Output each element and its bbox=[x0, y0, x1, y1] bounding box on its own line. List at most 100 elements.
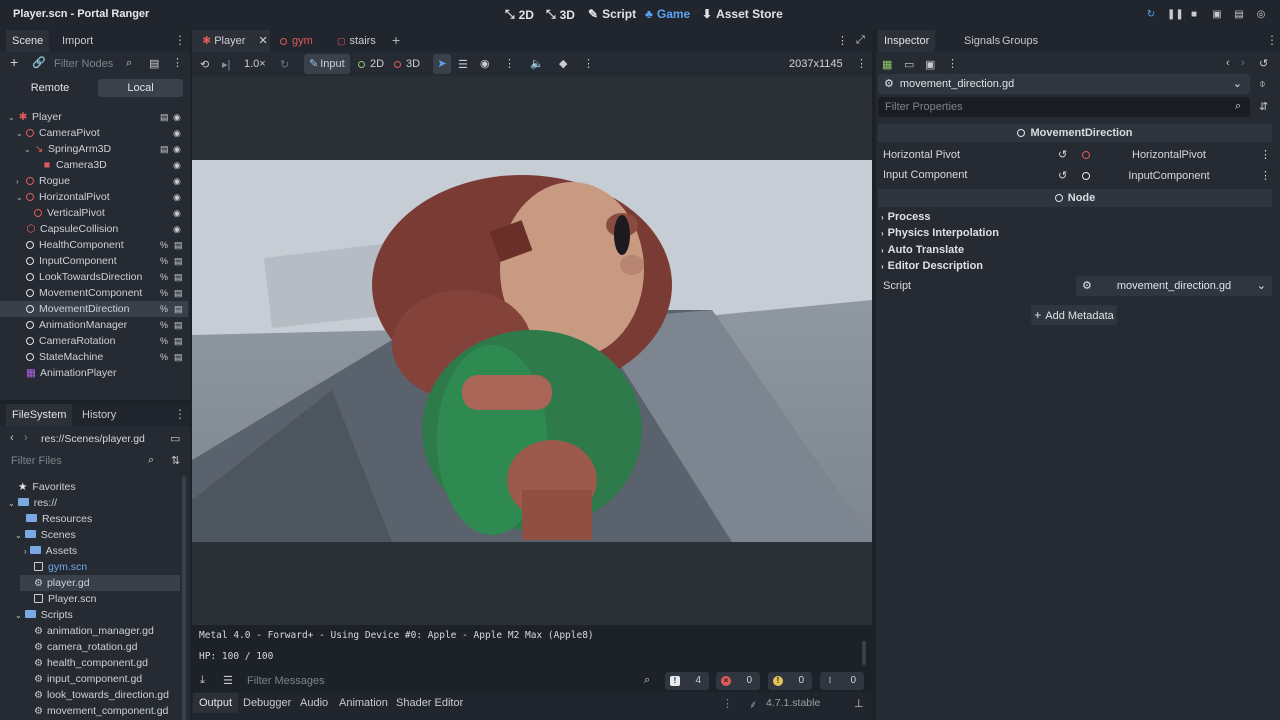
category-editor-description[interactable]: › Editor Description bbox=[881, 260, 983, 272]
fs-folder-assets[interactable]: › Assets bbox=[24, 543, 77, 559]
reload-icon[interactable]: ↻ bbox=[1145, 9, 1157, 21]
play-scene-icon[interactable]: ▣ bbox=[1211, 9, 1223, 21]
local-button[interactable]: Local bbox=[98, 79, 183, 97]
tab-inspector[interactable]: Inspector bbox=[878, 30, 936, 52]
kebab-icon[interactable]: ⋮ bbox=[174, 33, 186, 47]
category-physics-interpolation[interactable]: › Physics Interpolation bbox=[881, 227, 999, 239]
camera-override-icon[interactable]: ◆ bbox=[559, 57, 567, 70]
scene-tree-node[interactable]: ⌄ ✱ Player ▤ ◉ bbox=[0, 109, 188, 125]
script-icon[interactable]: ▤ bbox=[174, 317, 183, 333]
2d-toggle[interactable]: 2D bbox=[358, 58, 384, 70]
script-icon[interactable]: ▤ bbox=[174, 269, 183, 285]
frame-advance-icon[interactable]: ▸| bbox=[222, 58, 230, 71]
search-icon[interactable]: ⌕ bbox=[126, 57, 132, 70]
reset-speed-icon[interactable]: ↻ bbox=[280, 58, 289, 71]
tab-output[interactable]: Output bbox=[193, 693, 239, 713]
tab-shader-editor[interactable]: Shader Editor bbox=[396, 697, 463, 709]
scene-tree-node[interactable]: ▦ AnimationPlayer bbox=[0, 365, 188, 381]
visibility-icon[interactable]: ◉ bbox=[480, 57, 490, 70]
game-viewport[interactable] bbox=[192, 76, 872, 625]
scene-tree-node[interactable]: StateMachine% ▤ bbox=[0, 349, 188, 365]
speed-label[interactable]: 1.0× bbox=[244, 58, 266, 70]
chevron-down-icon[interactable]: ⌄ bbox=[8, 110, 18, 126]
script-icon[interactable]: ▤ bbox=[174, 253, 183, 269]
search-icon[interactable]: ⌕ bbox=[1235, 100, 1241, 113]
kebab-icon[interactable]: ⋮ bbox=[1260, 169, 1271, 182]
input-toggle[interactable]: ✎ Input bbox=[304, 54, 350, 74]
tab-stairs[interactable]: ▢ stairs bbox=[337, 30, 376, 52]
warnings-toggle[interactable]: ! 0 bbox=[768, 672, 812, 690]
kebab-icon[interactable]: ⋮ bbox=[722, 697, 733, 710]
3d-toggle[interactable]: 3D bbox=[394, 58, 420, 70]
kebab-icon[interactable]: ⋮ bbox=[174, 407, 186, 421]
filter-properties-input[interactable]: Filter Properties bbox=[878, 97, 1250, 117]
history-icon[interactable]: ↺ bbox=[1259, 57, 1268, 70]
visibility-icon[interactable]: ◉ bbox=[173, 173, 181, 189]
fs-file-player-gd[interactable]: ⚙ player.gd bbox=[20, 575, 180, 591]
visibility-icon[interactable]: ◉ bbox=[173, 157, 181, 173]
chevron-right-icon[interactable]: › bbox=[16, 174, 26, 190]
script-field[interactable]: ⚙ movement_direction.gd ⌄ bbox=[1076, 276, 1272, 296]
fs-file-script[interactable]: ⚙ camera_rotation.gd bbox=[34, 639, 137, 655]
tab-audio[interactable]: Audio bbox=[300, 697, 328, 709]
audio-mute-icon[interactable]: 🔈 bbox=[530, 57, 544, 70]
tab-gym[interactable]: gym bbox=[280, 30, 313, 52]
fs-file-script[interactable]: ⚙ look_towards_direction.gd bbox=[34, 687, 169, 703]
fs-file-script[interactable]: ⚙ movement_component.gd bbox=[34, 703, 168, 719]
scene-tree-node[interactable]: ⌄ CameraPivot ◉ bbox=[0, 125, 188, 141]
kebab-icon[interactable]: ⋮ bbox=[856, 57, 867, 70]
unique-name-icon[interactable]: % bbox=[160, 269, 168, 285]
fs-file-script[interactable]: ⚙ health_component.gd bbox=[34, 655, 148, 671]
open-folder-icon[interactable]: ▭ bbox=[904, 58, 914, 71]
embed-icon[interactable]: ⟲ bbox=[200, 58, 209, 71]
movie-icon[interactable]: ◎ bbox=[1255, 9, 1267, 21]
workspace-game-button[interactable]: ♣ Game bbox=[645, 7, 690, 21]
workspace-script-button[interactable]: ✎ Script bbox=[588, 7, 636, 21]
filter-nodes-input[interactable]: Filter Nodes bbox=[54, 58, 113, 70]
remote-button[interactable]: Remote bbox=[6, 79, 94, 97]
fs-folder-resources[interactable]: Resources bbox=[26, 511, 92, 527]
tab-scene[interactable]: Scene bbox=[6, 30, 50, 52]
tab-animation[interactable]: Animation bbox=[339, 697, 388, 709]
visibility-icon[interactable]: ◉ bbox=[173, 125, 181, 141]
scene-tree-node[interactable]: ⬡ CapsuleCollision ◉ bbox=[0, 221, 188, 237]
category-process[interactable]: › Process bbox=[881, 211, 930, 223]
kebab-icon[interactable]: ⋮ bbox=[583, 57, 594, 70]
fs-file-player-scn[interactable]: Player.scn bbox=[34, 591, 96, 607]
play-custom-icon[interactable]: ▤ bbox=[1233, 9, 1245, 21]
save-icon[interactable]: ▣ bbox=[925, 58, 935, 71]
scene-tree-node[interactable]: ⌄ ↘ SpringArm3D ▤ ◉ bbox=[0, 141, 188, 157]
fs-res-root[interactable]: ⌄ res:// bbox=[8, 495, 57, 511]
kebab-icon[interactable]: ⋮ bbox=[1260, 148, 1271, 161]
tab-import[interactable]: Import bbox=[56, 30, 99, 52]
add-metadata-button[interactable]: + Add Metadata bbox=[1031, 305, 1117, 325]
history-back-icon[interactable]: ‹ bbox=[1226, 57, 1230, 69]
errors-toggle[interactable]: × 0 bbox=[716, 672, 760, 690]
workspace-asset-store-button[interactable]: ⬇ Asset Store bbox=[702, 7, 783, 21]
back-icon[interactable]: ‹ bbox=[10, 432, 14, 444]
tab-player[interactable]: ✱ Player ✕ bbox=[192, 30, 270, 52]
visibility-icon[interactable]: ◉ bbox=[173, 109, 181, 125]
node-path-field[interactable]: InputComponent bbox=[1080, 166, 1258, 186]
search-icon[interactable]: ⌕ bbox=[148, 454, 154, 467]
object-menu-icon[interactable]: ⌽ bbox=[1259, 78, 1266, 91]
scene-tree-node[interactable]: InputComponent% ▤ bbox=[0, 253, 188, 269]
chevron-down-icon[interactable]: ⌄ bbox=[16, 190, 26, 206]
split-view-icon[interactable]: ▭ bbox=[170, 432, 180, 445]
chevron-down-icon[interactable]: ⌄ bbox=[16, 126, 26, 142]
unique-name-icon[interactable]: % bbox=[160, 301, 168, 317]
revert-icon[interactable]: ↺ bbox=[1058, 148, 1067, 161]
fs-file-script[interactable]: ⚙ animation_manager.gd bbox=[34, 623, 154, 639]
stop-icon[interactable]: ■ bbox=[1188, 9, 1200, 21]
tab-history[interactable]: History bbox=[76, 404, 122, 426]
list-select-icon[interactable]: ☰ bbox=[458, 58, 468, 71]
script-icon[interactable]: ▤ bbox=[174, 237, 183, 253]
visibility-icon[interactable]: ◉ bbox=[173, 221, 181, 237]
scene-tree-node[interactable]: MovementDirection% ▤ bbox=[0, 301, 188, 317]
kebab-icon[interactable]: ⋮ bbox=[172, 56, 183, 69]
scene-tree-node[interactable]: MovementComponent% ▤ bbox=[0, 285, 188, 301]
unique-name-icon[interactable]: % bbox=[160, 317, 168, 333]
sort-icon[interactable]: ⇅ bbox=[171, 454, 180, 467]
script-icon[interactable]: ▤ bbox=[160, 109, 169, 125]
unique-name-icon[interactable]: % bbox=[160, 349, 168, 365]
